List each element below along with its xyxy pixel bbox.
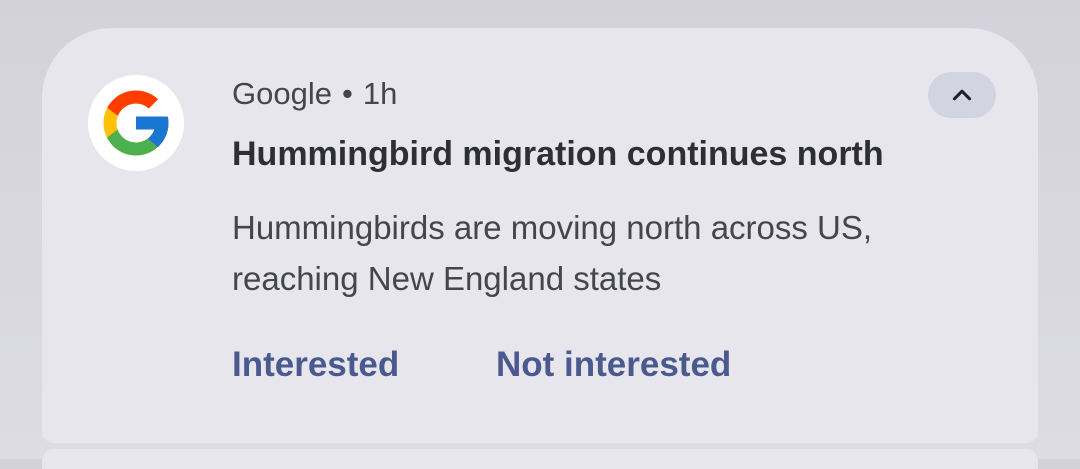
notification-title: Hummingbird migration continues north [232,135,884,173]
app-name: Google [232,76,332,111]
next-notification-card-edge [42,449,1038,469]
not-interested-button[interactable]: Not interested [496,342,731,388]
google-app-icon [88,75,184,171]
notification-header: Google • 1h [232,74,397,114]
notification-body-line-1: Hummingbirds are moving north across US, [232,209,873,246]
header-separator: • [341,76,353,111]
notification-card[interactable]: Google • 1h Hummingbird migration continue… [42,28,1038,443]
notification-time: 1h [362,76,398,111]
chevron-up-icon [952,89,972,101]
collapse-button[interactable] [928,72,996,118]
interested-button[interactable]: Interested [232,342,399,388]
notification-body-line-2: reaching New England states [232,260,662,297]
google-g-icon [103,90,169,156]
notification-body: Hummingbirds are moving north across US,… [232,202,1022,304]
